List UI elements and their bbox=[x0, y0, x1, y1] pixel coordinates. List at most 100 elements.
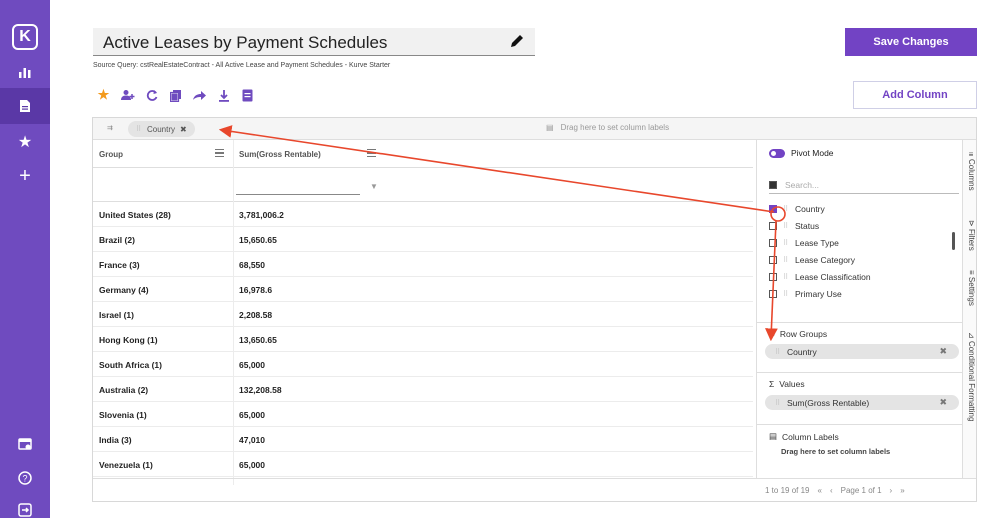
table-row[interactable]: Slovenia (1) 65,000 bbox=[93, 402, 753, 427]
column-list-item[interactable]: ⠿ Primary Use bbox=[769, 285, 949, 302]
table-row[interactable]: Australia (2) 132,208.58 bbox=[93, 377, 753, 402]
drag-handle-icon[interactable]: ⠿ bbox=[783, 239, 789, 247]
group-cell: South Africa (1) bbox=[99, 360, 162, 370]
remove-icon[interactable]: ✖ bbox=[939, 346, 947, 357]
group-column-menu-icon[interactable] bbox=[215, 149, 224, 157]
toggle-switch[interactable] bbox=[769, 148, 785, 158]
table-row[interactable]: South Africa (1) 65,000 bbox=[93, 352, 753, 377]
copy-icon[interactable] bbox=[168, 88, 183, 103]
source-query-text: Source Query: cstRealEstateContract - Al… bbox=[93, 62, 391, 69]
column-label: Lease Type bbox=[795, 237, 839, 248]
remove-icon[interactable]: ✖ bbox=[180, 125, 187, 134]
kurve-logo[interactable]: K bbox=[12, 24, 38, 50]
tab-filters[interactable]: ⊳ Filters bbox=[964, 220, 976, 251]
star-icon[interactable]: ★ bbox=[96, 87, 111, 103]
table-row[interactable]: Brazil (2) 15,650.65 bbox=[93, 227, 753, 252]
group-cell: Israel (1) bbox=[99, 310, 134, 320]
value-cell: 47,010 bbox=[239, 435, 265, 445]
table-row[interactable]: India (3) 47,010 bbox=[93, 427, 753, 452]
drag-handle-icon[interactable]: ⠿ bbox=[783, 222, 789, 230]
value-cell: 13,650.65 bbox=[239, 335, 277, 345]
column-header-row: Group Sum(Gross Rentable) bbox=[93, 140, 753, 168]
value-filter-input[interactable] bbox=[236, 180, 360, 195]
column-list-scrollbar[interactable] bbox=[952, 232, 955, 250]
pivot-mode-toggle[interactable]: Pivot Mode bbox=[769, 148, 834, 158]
search-input[interactable]: Search... bbox=[785, 180, 819, 190]
column-label: Country bbox=[795, 203, 825, 214]
row-group-chip[interactable]: ⠿ Country ✖ bbox=[128, 121, 195, 137]
tab-conditional-formatting[interactable]: ⊿ Conditional Formatting bbox=[964, 332, 976, 421]
pagination-bar: 1 to 19 of 19 « ‹ Page 1 of 1 › » bbox=[93, 478, 976, 502]
column-list-item[interactable]: ⠿ Status bbox=[769, 217, 949, 234]
table-row[interactable]: Hong Kong (1) 13,650.65 bbox=[93, 327, 753, 352]
filter-dropdown-icon[interactable]: ▼ bbox=[370, 182, 378, 191]
left-nav: K ★ + ? bbox=[0, 0, 50, 518]
remove-icon[interactable]: ✖ bbox=[939, 397, 947, 408]
values-chip[interactable]: ⠿ Sum(Gross Rentable) ✖ bbox=[765, 395, 959, 410]
value-column-menu-icon[interactable] bbox=[367, 149, 376, 157]
analytics-icon[interactable] bbox=[0, 54, 50, 90]
column-search[interactable]: Search... bbox=[769, 176, 959, 194]
download-icon[interactable] bbox=[216, 88, 231, 103]
first-page-icon[interactable]: « bbox=[817, 486, 821, 495]
refresh-icon[interactable] bbox=[144, 88, 159, 103]
group-cell: Slovenia (1) bbox=[99, 410, 147, 420]
last-page-icon[interactable]: » bbox=[900, 486, 904, 495]
drag-handle-icon[interactable]: ⠿ bbox=[775, 399, 781, 407]
table-row[interactable]: Venezuela (1) 65,000 bbox=[93, 452, 753, 477]
add-column-button[interactable]: Add Column bbox=[853, 81, 977, 109]
group-cell: Brazil (2) bbox=[99, 235, 135, 245]
group-cell: United States (28) bbox=[99, 210, 171, 220]
row-groups-chip[interactable]: ⠿ Country ✖ bbox=[765, 344, 959, 359]
column-labels-drop-hint[interactable]: Drag here to set column labels bbox=[781, 447, 890, 456]
select-all-checkbox[interactable] bbox=[769, 180, 777, 189]
table-row[interactable]: United States (28) 3,781,006.2 bbox=[93, 202, 753, 227]
document-icon[interactable] bbox=[240, 88, 255, 103]
column-checkbox[interactable] bbox=[769, 272, 777, 281]
report-title-field[interactable]: Active Leases by Payment Schedules bbox=[93, 28, 535, 56]
add-user-icon[interactable] bbox=[120, 88, 135, 103]
table-row[interactable]: France (3) 68,550 bbox=[93, 252, 753, 277]
favorites-icon[interactable]: ★ bbox=[0, 124, 50, 160]
svg-text:?: ? bbox=[22, 474, 27, 484]
column-checkbox[interactable] bbox=[769, 255, 777, 264]
columns-icon: ≡ bbox=[968, 150, 974, 159]
row-groups-section: ⇉ Row Groups ⠿ Country ✖ bbox=[757, 322, 963, 372]
save-changes-button[interactable]: Save Changes bbox=[845, 28, 977, 56]
column-checkbox[interactable] bbox=[769, 289, 777, 298]
logout-icon[interactable] bbox=[0, 492, 50, 518]
settings-panel-icon[interactable] bbox=[0, 426, 50, 462]
row-group-drop-bar[interactable]: ⇉ ⠿ Country ✖ ▤ Drag here to set column … bbox=[93, 118, 976, 140]
edit-pencil-icon[interactable] bbox=[509, 33, 525, 49]
column-checkbox[interactable] bbox=[769, 221, 777, 230]
prev-page-icon[interactable]: ‹ bbox=[830, 486, 833, 495]
column-list-item[interactable]: ⠿ Lease Classification bbox=[769, 268, 949, 285]
value-column-header[interactable]: Sum(Gross Rentable) bbox=[239, 150, 321, 159]
drag-handle-icon[interactable]: ⠿ bbox=[783, 290, 789, 298]
column-label-drop-hint[interactable]: ▤ Drag here to set column labels bbox=[546, 123, 669, 132]
group-column-header[interactable]: Group bbox=[99, 150, 123, 159]
column-label: Primary Use bbox=[795, 288, 842, 299]
tab-settings[interactable]: ≡ Settings bbox=[964, 270, 976, 306]
column-list-item[interactable]: ⠿ Lease Type bbox=[769, 234, 949, 251]
drag-handle-icon[interactable]: ⠿ bbox=[783, 205, 789, 213]
column-checkbox[interactable] bbox=[769, 204, 777, 213]
drag-handle-icon[interactable]: ⠿ bbox=[136, 125, 142, 133]
add-icon[interactable]: + bbox=[0, 158, 50, 194]
document-nav-icon[interactable] bbox=[0, 88, 50, 124]
drag-handle-icon[interactable]: ⠿ bbox=[783, 273, 789, 281]
help-icon[interactable]: ? bbox=[0, 460, 50, 496]
column-checkbox[interactable] bbox=[769, 238, 777, 247]
group-cell: Australia (2) bbox=[99, 385, 149, 395]
tab-columns[interactable]: ≡Columns bbox=[964, 150, 976, 191]
table-row[interactable]: Germany (4) 16,978.6 bbox=[93, 277, 753, 302]
column-list-item[interactable]: ⠿ Country bbox=[769, 200, 949, 217]
drag-handle-icon[interactable]: ⠿ bbox=[775, 348, 781, 356]
floating-filter-row: ▼ bbox=[93, 168, 753, 202]
drag-handle-icon[interactable]: ⠿ bbox=[783, 256, 789, 264]
next-page-icon[interactable]: › bbox=[890, 486, 893, 495]
table-row[interactable]: Israel (1) 2,208.58 bbox=[93, 302, 753, 327]
report-toolbar: ★ bbox=[96, 86, 255, 104]
column-list-item[interactable]: ⠿ Lease Category bbox=[769, 251, 949, 268]
share-icon[interactable] bbox=[192, 88, 207, 103]
